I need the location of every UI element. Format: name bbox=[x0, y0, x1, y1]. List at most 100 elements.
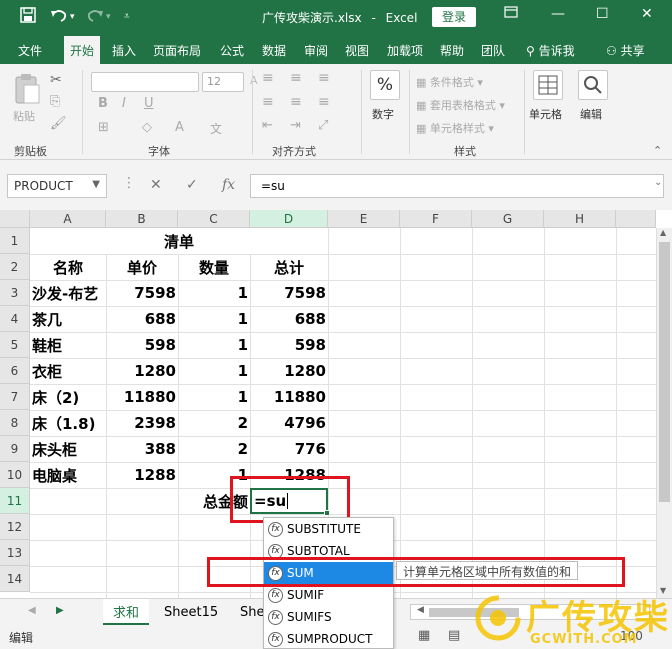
cell-price[interactable]: 388 bbox=[106, 436, 176, 462]
col-header-a[interactable]: A bbox=[30, 210, 106, 228]
login-button[interactable]: 登录 bbox=[432, 7, 476, 27]
font-size-box[interactable]: 12 bbox=[202, 72, 244, 92]
cell-total[interactable]: 598 bbox=[250, 332, 326, 358]
row-header[interactable]: 6 bbox=[0, 358, 30, 384]
cell-price[interactable]: 1288 bbox=[106, 462, 176, 488]
cell-name[interactable]: 床头柜 bbox=[32, 436, 77, 462]
cut-icon[interactable]: ✂ bbox=[50, 72, 62, 88]
autocomplete-item[interactable]: fx SUMIF bbox=[264, 584, 393, 606]
normal-view-icon[interactable]: ▦ bbox=[418, 628, 430, 643]
font-name-box[interactable] bbox=[91, 72, 199, 92]
cell-price[interactable]: 7598 bbox=[106, 280, 176, 306]
page-layout-view-icon[interactable]: ▤ bbox=[448, 628, 460, 643]
col-header-f[interactable]: F bbox=[400, 210, 472, 228]
tab-help[interactable]: 帮助 bbox=[440, 42, 464, 59]
scroll-left-icon[interactable]: ◀ bbox=[417, 605, 424, 615]
cell-name[interactable]: 床（1.8) bbox=[32, 410, 95, 436]
tab-view[interactable]: 视图 bbox=[345, 42, 369, 59]
prev-sheet-icon[interactable]: ◀ bbox=[28, 605, 36, 616]
row-header[interactable]: 11 bbox=[0, 488, 30, 514]
col-header-c[interactable]: C bbox=[178, 210, 250, 228]
tab-insert[interactable]: 插入 bbox=[112, 42, 136, 59]
cancel-icon[interactable]: ✕ bbox=[150, 177, 162, 193]
cell-total[interactable]: 7598 bbox=[250, 280, 326, 306]
tab-page-layout[interactable]: 页面布局 bbox=[153, 42, 201, 59]
row-header[interactable]: 2 bbox=[0, 254, 30, 280]
ribbon-display-icon[interactable] bbox=[504, 6, 518, 22]
autocomplete-item[interactable]: fx SUMPRODUCT bbox=[264, 628, 393, 649]
cells-label[interactable]: 单元格 bbox=[529, 106, 562, 122]
italic-button[interactable]: I bbox=[122, 96, 126, 111]
row-header[interactable]: 5 bbox=[0, 332, 30, 358]
align-right-icon[interactable]: ≡ bbox=[318, 94, 330, 110]
tab-data[interactable]: 数据 bbox=[262, 42, 286, 59]
vertical-scroll-thumb[interactable] bbox=[659, 242, 670, 502]
row-header[interactable]: 4 bbox=[0, 306, 30, 332]
format-as-table-button[interactable]: ▦ 套用表格格式 ▾ bbox=[416, 97, 505, 113]
col-header-d[interactable]: D bbox=[250, 210, 328, 228]
cell-total[interactable]: 1280 bbox=[250, 358, 326, 384]
next-sheet-icon[interactable]: ▶ bbox=[56, 605, 64, 616]
border-icon[interactable]: ⊞ bbox=[98, 120, 109, 135]
row-header[interactable]: 1 bbox=[0, 228, 30, 254]
phonetic-icon[interactable]: 文 bbox=[210, 120, 222, 137]
header-total[interactable]: 总计 bbox=[250, 254, 328, 280]
align-left-icon[interactable]: ≡ bbox=[262, 94, 274, 110]
row-header[interactable]: 14 bbox=[0, 566, 30, 592]
tab-file[interactable]: 文件 bbox=[18, 42, 42, 59]
name-box-dropdown-icon[interactable]: ▼ bbox=[92, 179, 100, 190]
close-icon[interactable]: ✕ bbox=[641, 6, 653, 22]
customize-toolbar-icon[interactable]: ⩡ bbox=[124, 11, 130, 22]
underline-button[interactable]: U bbox=[144, 96, 154, 111]
name-box[interactable]: PRODUCT ▼ bbox=[7, 174, 107, 198]
outdent-icon[interactable]: ⇥ bbox=[290, 118, 301, 133]
conditional-format-button[interactable]: ▦ 条件格式 ▾ bbox=[416, 74, 483, 90]
header-name[interactable]: 名称 bbox=[30, 254, 106, 280]
scroll-up-icon[interactable]: ▲ bbox=[660, 228, 666, 237]
enter-icon[interactable]: ✓ bbox=[186, 177, 198, 193]
cell-price[interactable]: 598 bbox=[106, 332, 176, 358]
autocomplete-item[interactable]: fx SUBSTITUTE bbox=[264, 518, 393, 540]
cell-qty[interactable]: 1 bbox=[178, 306, 248, 332]
cell-price[interactable]: 11880 bbox=[106, 384, 176, 410]
undo-dropdown-icon[interactable]: ▾ bbox=[70, 12, 75, 22]
cell-total[interactable]: 688 bbox=[250, 306, 326, 332]
cell-total[interactable]: 4796 bbox=[250, 410, 326, 436]
tab-formulas[interactable]: 公式 bbox=[220, 42, 244, 59]
redo-dropdown-icon[interactable]: ▾ bbox=[106, 12, 111, 22]
vertical-scrollbar[interactable]: ▲ ▼ bbox=[656, 228, 672, 598]
share-button[interactable]: ⚇ 共享 bbox=[606, 42, 645, 59]
save-icon[interactable] bbox=[20, 7, 36, 27]
col-header-b[interactable]: B bbox=[106, 210, 178, 228]
scroll-down-icon[interactable]: ▼ bbox=[660, 586, 666, 595]
cell-qty[interactable]: 1 bbox=[178, 358, 248, 384]
cell-name[interactable]: 茶几 bbox=[32, 306, 62, 332]
cell-price[interactable]: 2398 bbox=[106, 410, 176, 436]
edit-label[interactable]: 编辑 bbox=[580, 106, 602, 122]
row-header[interactable]: 10 bbox=[0, 462, 30, 488]
insert-function-icon[interactable]: fx bbox=[222, 177, 235, 193]
cell-qty[interactable]: 1 bbox=[178, 384, 248, 410]
cell-qty[interactable]: 2 bbox=[178, 410, 248, 436]
bold-button[interactable]: B bbox=[98, 96, 108, 111]
cells-icon[interactable] bbox=[533, 70, 563, 100]
row-header[interactable]: 3 bbox=[0, 280, 30, 306]
cell-total[interactable]: 11880 bbox=[250, 384, 326, 410]
paste-icon[interactable] bbox=[13, 72, 41, 109]
orientation-icon[interactable]: ⤢ bbox=[318, 118, 328, 133]
cell-qty[interactable]: 1 bbox=[178, 332, 248, 358]
row-header[interactable]: 7 bbox=[0, 384, 30, 410]
horizontal-scroll-thumb[interactable] bbox=[429, 608, 519, 617]
cell-name[interactable]: 鞋柜 bbox=[32, 332, 62, 358]
maximize-icon[interactable]: ☐ bbox=[596, 6, 609, 22]
row-header[interactable]: 12 bbox=[0, 514, 30, 540]
formula-input[interactable]: =su bbox=[250, 174, 664, 198]
font-color-icon[interactable]: A bbox=[175, 120, 184, 135]
cell-styles-button[interactable]: ▦ 单元格样式 ▾ bbox=[416, 120, 494, 136]
cell-name[interactable]: 电脑桌 bbox=[32, 462, 77, 488]
col-header-g[interactable]: G bbox=[472, 210, 544, 228]
tab-addins[interactable]: 加载项 bbox=[387, 42, 423, 59]
cell-name[interactable]: 床（2) bbox=[32, 384, 79, 410]
undo-icon[interactable] bbox=[50, 7, 68, 27]
tab-team[interactable]: 团队 bbox=[481, 42, 505, 59]
